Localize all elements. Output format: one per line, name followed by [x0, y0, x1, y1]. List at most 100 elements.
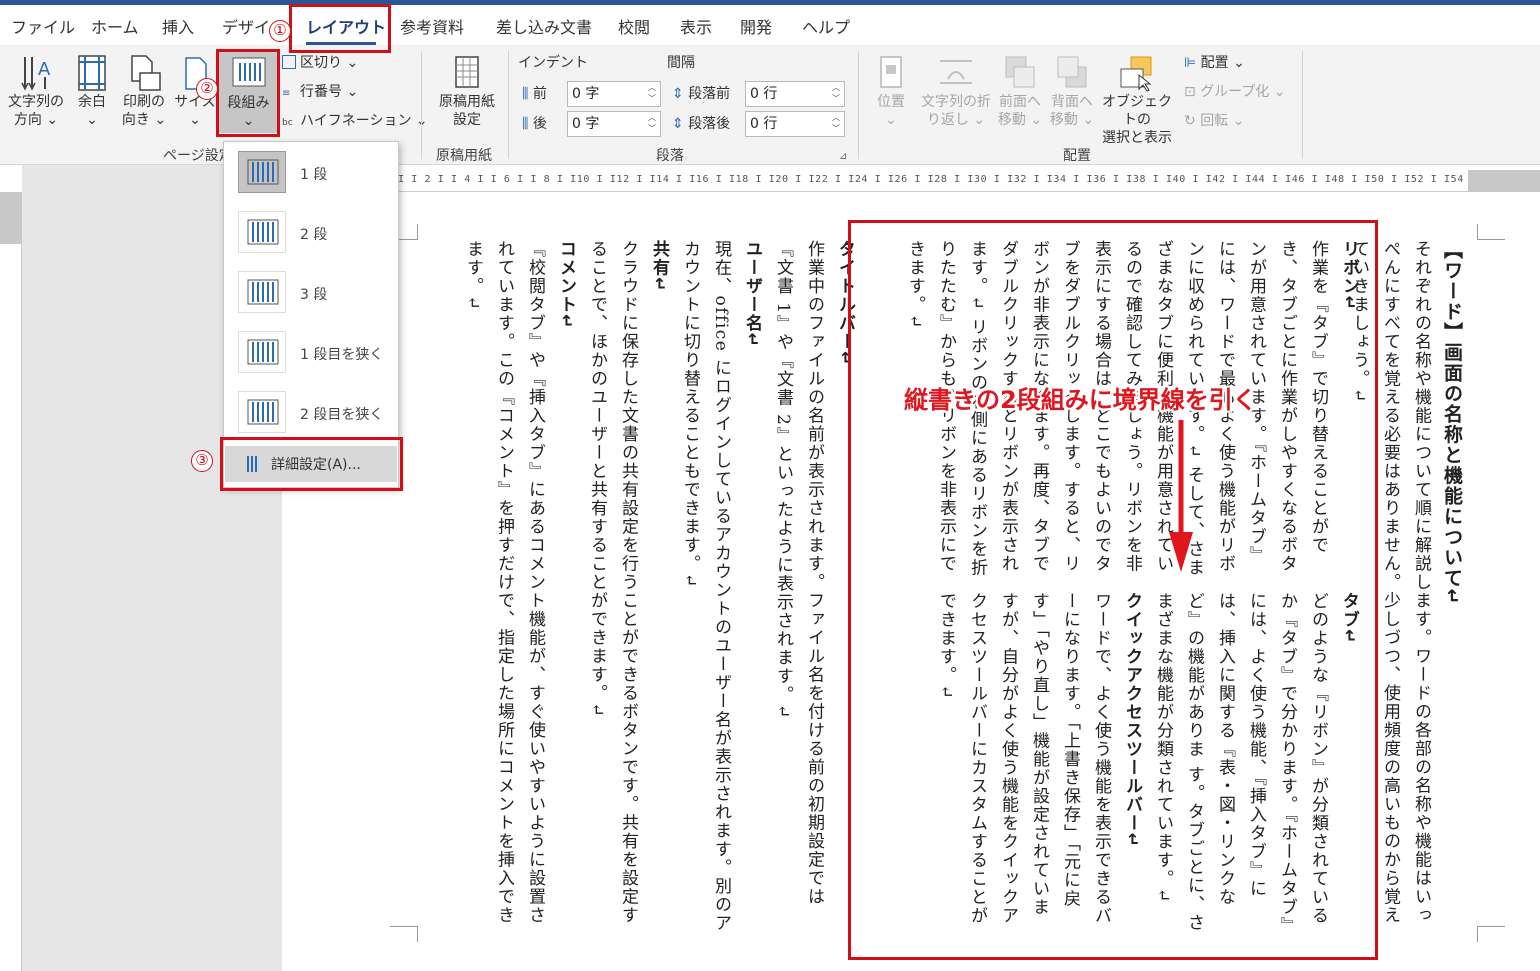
indent-before-value: 0 字: [572, 86, 600, 102]
indent-after-input[interactable]: 0 字 ︿ ﹀: [567, 111, 661, 137]
space-after-label: 段落後: [688, 116, 731, 132]
titlebar-paragraph: 作業中のファイルの名前が表示されます。ファイル名を付ける前の初期設定では『文書 …: [773, 240, 824, 906]
margins-chevron: ⌄: [86, 112, 98, 128]
callout-text: 縦書きの2段組みに境界線を引く: [904, 386, 1257, 414]
tab-home[interactable]: ホーム: [91, 14, 139, 38]
crop-mark: [390, 926, 418, 942]
selection-pane-label-1: オブジェクトの: [1102, 94, 1172, 128]
breaks-button[interactable]: 区切り ⌄: [282, 53, 358, 73]
space-after-label-group: ⇕ 段落後: [672, 114, 730, 134]
margins-button[interactable]: 余白 ⌄: [72, 53, 112, 129]
tab-references[interactable]: 参考資料: [400, 14, 464, 38]
selection-pane-button[interactable]: オブジェクトの 選択と表示: [1098, 53, 1176, 147]
text-direction-label-2: 方向 ⌄: [13, 112, 59, 128]
columns-option-label: 2 段目を狭く: [300, 407, 384, 423]
position-button[interactable]: 位置 ⌄: [868, 53, 914, 129]
columns-option-label: 1 段目を狭く: [300, 347, 384, 363]
highlight-two-column-area: [848, 220, 1378, 960]
bring-forward-label-1: 前面へ: [999, 94, 1041, 110]
arrange-group-label: 配置: [1063, 148, 1091, 164]
indent-after-label-group: ⫼ 後: [522, 114, 547, 134]
two-columns-icon: [238, 211, 286, 253]
tab-mailings[interactable]: 差し込み文書: [496, 14, 592, 38]
line-numbers-label: 行番号 ⌄: [300, 84, 359, 100]
space-before-input[interactable]: 0 行 ︿ ﹀: [745, 81, 845, 107]
username-paragraph: 現在、office にログインしているアカウントのユーザー名が表示されます。別の…: [680, 240, 731, 933]
selection-pane-label-2: 選択と表示: [1102, 130, 1172, 146]
svg-text:A: A: [38, 59, 51, 80]
comment-paragraph: 『校閲タブ』や『挿入タブ』にあるコメント機能が、すぐ使いやすいように設置されてい…: [463, 240, 545, 925]
spacing-label: 間隔: [667, 55, 695, 71]
tab-insert[interactable]: 挿入: [162, 14, 194, 38]
indent-after-label: 後: [532, 116, 547, 132]
send-backward-button[interactable]: 背面へ 移動 ⌄: [1048, 53, 1096, 129]
highlight-layout-tab: [289, 4, 391, 53]
wrap-text-label-2: り返し ⌄: [926, 112, 986, 128]
spinner-arrows-icon[interactable]: ︿ ﹀: [647, 112, 657, 134]
columns-option-first-narrow[interactable]: 1 段目を狭く: [224, 324, 398, 384]
share-heading: 共有↵: [649, 240, 669, 293]
text-direction-button[interactable]: A 文字列の 方向 ⌄: [4, 53, 68, 129]
space-before-icon: ⇕: [672, 86, 684, 102]
tab-help[interactable]: ヘルプ: [802, 14, 850, 38]
document-title: 【ワード】画面の名称と機能について↵: [1441, 240, 1463, 606]
bring-forward-button[interactable]: 前面へ 移動 ⌄: [996, 53, 1044, 129]
separator: [421, 51, 422, 159]
columns-option-second-narrow[interactable]: 2 段目を狭く: [224, 384, 398, 444]
down-arrow-icon: [1169, 420, 1193, 572]
manuscript-settings-button[interactable]: 原稿用紙 設定: [432, 53, 502, 129]
group-label: グループ化 ⌄: [1200, 84, 1286, 100]
crop-mark: [1477, 926, 1505, 942]
spinner-arrows-icon[interactable]: ︿ ﹀: [831, 82, 841, 104]
group-button[interactable]: ⊡ グループ化 ⌄: [1184, 82, 1286, 102]
highlight-columns-button: [216, 49, 280, 137]
hyphenation-label: ハイフネーション ⌄: [300, 113, 428, 129]
selection-pane-icon: [1120, 56, 1152, 92]
one-column-icon: [238, 151, 286, 193]
columns-option-label: 3 段: [300, 287, 328, 303]
space-after-input[interactable]: 0 行 ︿ ﹀: [745, 111, 845, 137]
indent-right-icon: ⫼: [522, 116, 529, 132]
send-backward-label-2: 移動 ⌄: [1049, 112, 1095, 128]
align-button[interactable]: ⊫ 配置 ⌄: [1184, 53, 1245, 73]
orientation-label-1: 印刷の: [123, 94, 165, 110]
tab-review[interactable]: 校閲: [618, 14, 650, 38]
tab-view[interactable]: 表示: [680, 14, 712, 38]
username-heading: ユーザー名↵: [742, 240, 762, 349]
space-after-value: 0 行: [750, 116, 778, 132]
vertical-ruler[interactable]: [0, 192, 22, 971]
wrap-text-button[interactable]: 文字列の折 り返し ⌄: [918, 53, 994, 129]
columns-option-label: 2 段: [300, 227, 328, 243]
rotate-button[interactable]: ↻ 回転 ⌄: [1184, 111, 1244, 131]
columns-option-label: 1 段: [300, 167, 328, 183]
columns-option-two[interactable]: 2 段: [224, 204, 398, 264]
paragraph-launcher-icon[interactable]: ⊿: [839, 147, 847, 167]
margins-label: 余白: [78, 94, 106, 110]
indent-before-input[interactable]: 0 字 ︿ ﹀: [567, 81, 661, 107]
columns-option-three[interactable]: 3 段: [224, 264, 398, 324]
tab-design[interactable]: デザイ: [222, 14, 270, 38]
tab-file[interactable]: ファイル: [11, 14, 75, 38]
line-numbers-button[interactable]: ≡ 行番号 ⌄: [282, 82, 358, 104]
position-label: 位置: [877, 94, 905, 110]
step-3-marker: ③: [191, 450, 213, 472]
spinner-arrows-icon[interactable]: ︿ ﹀: [647, 82, 657, 104]
document-heading-block: 【ワード】画面の名称と機能について↵ それぞれの名称や機能について順に解説します…: [1349, 240, 1467, 940]
tab-developer[interactable]: 開発: [740, 14, 772, 38]
highlight-more-columns: [220, 437, 403, 491]
hyphenation-button[interactable]: bc ハイフネーション ⌄: [282, 111, 428, 133]
step-1-marker: ①: [269, 20, 291, 42]
columns-option-one[interactable]: 1 段: [224, 144, 398, 204]
orientation-label-2: 向き ⌄: [121, 112, 167, 128]
separator: [1302, 51, 1303, 159]
breaks-label: 区切り ⌄: [300, 55, 359, 71]
hyphenation-icon: bc: [282, 118, 293, 128]
ruler-margin-shade: [0, 192, 22, 244]
wrap-text-icon: [940, 60, 972, 84]
horizontal-ruler[interactable]: I I 2 I I 4 I I 6 I I 8 I I10 I I12 I I1…: [398, 170, 1540, 192]
orientation-button[interactable]: 印刷の 向き ⌄: [118, 53, 170, 129]
spinner-arrows-icon[interactable]: ︿ ﹀: [831, 112, 841, 134]
space-before-value: 0 行: [750, 86, 778, 102]
space-before-label-group: ⇕ 段落前: [672, 84, 730, 104]
paragraph-group-label: 段落: [656, 148, 684, 164]
